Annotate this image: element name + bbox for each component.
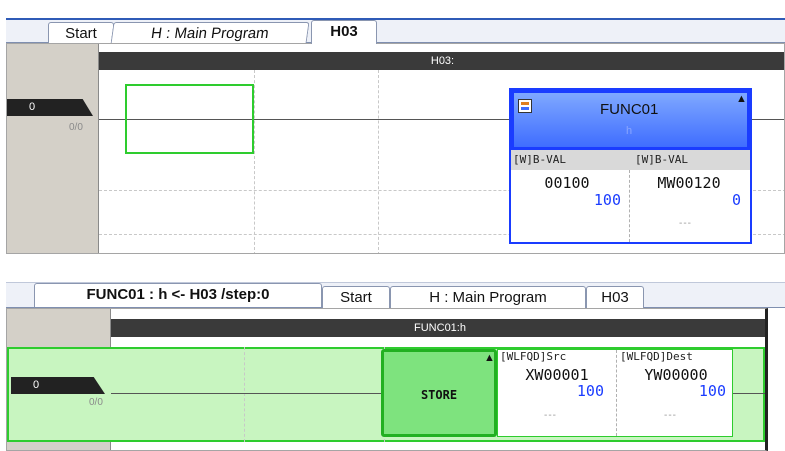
in-value: 100 [593, 191, 621, 209]
store-label: STORE [420, 388, 458, 402]
func-sub: h [626, 125, 633, 137]
grid-line [378, 70, 379, 253]
tab-main-program[interactable]: H : Main Program [110, 22, 310, 44]
dest-dash: --- [664, 410, 677, 421]
bottom-tab-bar: FUNC01 : h <- H03 /step:0 Start H : Main… [6, 282, 785, 308]
src-type-label: [WLFQD]Src [500, 350, 567, 363]
out-value: 0 [731, 191, 741, 209]
collapse-arrow-icon[interactable]: ▲ [736, 93, 747, 105]
in-address[interactable]: 00100 [527, 174, 607, 192]
tab-h03[interactable]: H03 [586, 286, 644, 308]
top-ladder-panel: H03: 0 0/0 FUNC01 h ▲ [W]B-VAL [W]B-VAL … [6, 43, 785, 254]
grid-line [254, 70, 255, 253]
row-step-count: 0/0 [89, 397, 103, 408]
grid-line [244, 347, 245, 442]
row-number-marker[interactable]: 0 [11, 377, 105, 394]
function-icon [518, 99, 532, 113]
row-step-count: 0/0 [69, 122, 83, 133]
selected-cell[interactable] [125, 84, 254, 154]
tab-func01[interactable]: FUNC01 : h <- H03 /step:0 [34, 283, 322, 307]
func-block-header: FUNC01 h ▲ [511, 90, 750, 150]
tab-h03[interactable]: H03 [311, 20, 377, 44]
collapse-arrow-icon[interactable]: ▲ [484, 352, 495, 364]
func-call-block[interactable]: FUNC01 h ▲ [W]B-VAL [W]B-VAL 00100 MW001… [509, 88, 752, 244]
store-operands: [WLFQD]Src [WLFQD]Dest XW00001 YW00000 1… [497, 349, 733, 437]
in-type-label: [W]B-VAL [513, 153, 566, 166]
store-instruction-block[interactable]: STORE ▲ [381, 349, 497, 437]
bottom-ladder-panel: FUNC01:h 0 0/0 STORE ▲ [WLFQD]Src [WLFQD… [6, 308, 768, 451]
out-type-label: [W]B-VAL [635, 153, 688, 166]
program-header: H03: [99, 52, 784, 70]
tab-start[interactable]: Start [48, 22, 114, 44]
src-dash: --- [544, 410, 557, 421]
tab-main-program[interactable]: H : Main Program [390, 286, 586, 308]
out-address[interactable]: MW00120 [639, 174, 739, 192]
dest-value: 100 [698, 382, 726, 400]
func-name: FUNC01 [600, 101, 659, 118]
program-header: FUNC01:h [111, 319, 765, 337]
dest-type-label: [WLFQD]Dest [620, 350, 693, 363]
tab-start[interactable]: Start [322, 286, 390, 308]
row-gutter [7, 44, 99, 253]
rung-line-right [752, 119, 784, 120]
grid-line [111, 441, 765, 442]
src-value: 100 [576, 382, 604, 400]
top-tab-bar: Start H : Main Program H03 [6, 18, 785, 44]
row-number-marker[interactable]: 0 [7, 99, 93, 116]
rung-line-right [733, 393, 765, 394]
out-dash: --- [679, 218, 692, 229]
rung-line [111, 393, 381, 394]
